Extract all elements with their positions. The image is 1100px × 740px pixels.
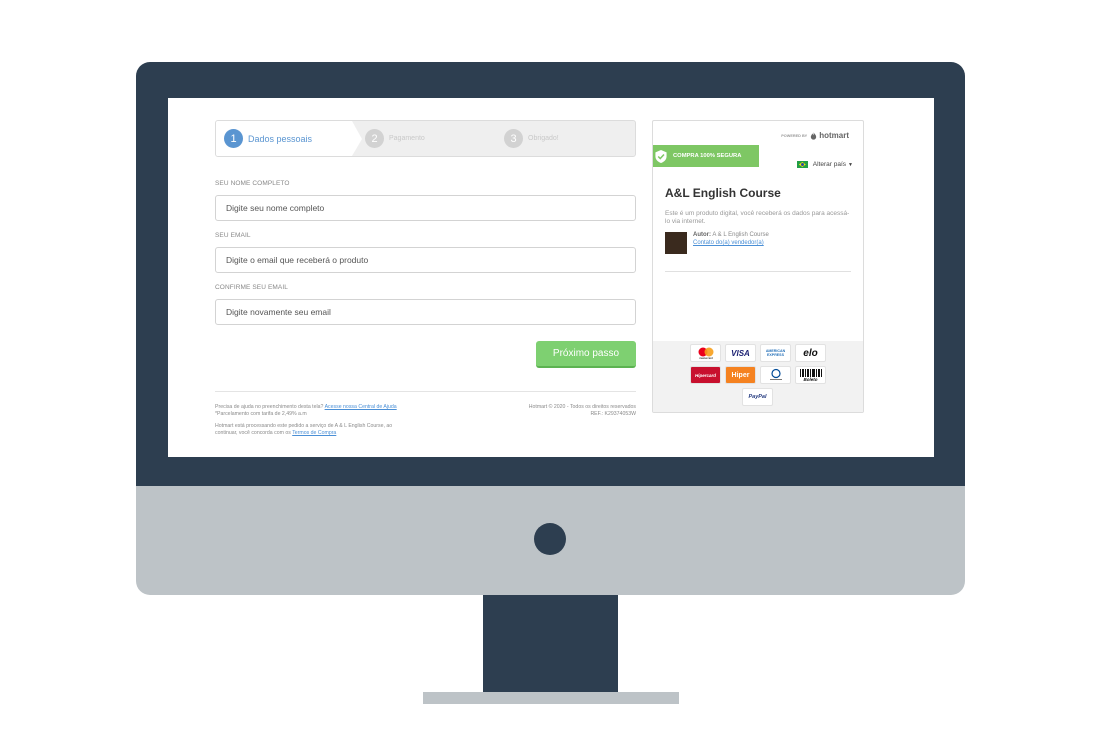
- product-description: Este é um produto digital, você receberá…: [665, 210, 850, 225]
- monitor-mockup: 1 Dados pessoais 2 Pagamento 3 Obrigado!…: [0, 0, 1100, 740]
- processing-text: Hotmart está processando este pedido a s…: [215, 423, 415, 436]
- monitor-stand-base: [423, 692, 679, 704]
- monitor-stand-neck: [483, 595, 618, 693]
- secure-label: COMPRA 100% SEGURA: [673, 153, 742, 159]
- hipercard-logo: Hipercard: [690, 366, 721, 384]
- amex-line-2: EXPRESS: [767, 353, 784, 357]
- paypal-logo: PayPal: [742, 388, 773, 406]
- step-number: 3: [504, 129, 523, 148]
- installment-note: *Parcelamento com tarifa de 2,49% a.m: [215, 410, 307, 417]
- name-label: SEU NOME COMPLETO: [215, 180, 290, 187]
- monitor-logo-dot: [534, 523, 566, 555]
- author-avatar: [665, 232, 687, 254]
- hotmart-flame-icon: [811, 131, 817, 140]
- terms-link[interactable]: Termos de Compra: [292, 430, 336, 436]
- form-divider: [215, 391, 636, 392]
- help-center-link[interactable]: Acesse nossa Central de Ajuda: [325, 404, 397, 410]
- hotmart-brand: hotmart: [819, 131, 849, 140]
- powered-by-hotmart: POWERED BY hotmart: [781, 131, 849, 140]
- boleto-label: Boleto: [803, 376, 818, 382]
- help-text: Precisa de ajuda no preenchimento desta …: [215, 404, 445, 417]
- processing-line-2: continuar, você concorda com os: [215, 429, 291, 436]
- checkout-steps: 1 Dados pessoais 2 Pagamento 3 Obrigado!: [215, 120, 636, 157]
- elo-logo: elo: [795, 344, 826, 362]
- step-personal-data[interactable]: 1 Dados pessoais: [224, 121, 312, 156]
- visa-logo: VISA: [725, 344, 756, 362]
- product-panel: POWERED BY hotmart COMPRA 100% SEGURA Al…: [652, 120, 864, 413]
- step-number: 1: [224, 129, 243, 148]
- diners-club-icon: [769, 368, 782, 380]
- step-thanks[interactable]: 3 Obrigado!: [504, 121, 559, 156]
- product-title: A&L English Course: [665, 186, 781, 200]
- powered-by-label: POWERED BY: [781, 133, 808, 138]
- processing-line-1: Hotmart está processando este pedido a s…: [215, 423, 393, 429]
- amex-logo: AMERICAN EXPRESS: [760, 344, 791, 362]
- diners-logo: [760, 366, 791, 384]
- change-country-label: Alterar país: [812, 161, 847, 168]
- checkout-screen: 1 Dados pessoais 2 Pagamento 3 Obrigado!…: [168, 98, 934, 457]
- full-name-input[interactable]: [215, 195, 636, 221]
- author-info: Autor: A & L English Course: [693, 232, 769, 238]
- author-label: Autor:: [693, 232, 711, 238]
- hiper-logo: Hiper: [725, 366, 756, 384]
- caret-down-icon: ▼: [848, 161, 853, 168]
- author-name: A & L English Course: [712, 232, 769, 238]
- step-label: Obrigado!: [528, 135, 559, 142]
- payment-methods: mastercard VISA AMERICAN EXPRESS elo Hip…: [653, 341, 863, 412]
- next-step-button[interactable]: Próximo passo: [536, 341, 636, 368]
- boleto-logo: Boleto: [795, 366, 826, 384]
- mastercard-circles: mastercard: [698, 347, 713, 360]
- mastercard-text: mastercard: [699, 357, 713, 360]
- shield-check-icon: [655, 149, 667, 163]
- confirm-email-label: CONFIRME SEU EMAIL: [215, 284, 288, 291]
- copyright-block: Hotmart © 2020 - Todos os direitos reser…: [529, 404, 636, 417]
- change-country-dropdown[interactable]: Alterar país ▼: [796, 161, 853, 168]
- step-number: 2: [365, 129, 384, 148]
- email-input[interactable]: [215, 247, 636, 273]
- barcode-icon: [799, 368, 822, 377]
- brazil-flag-icon: [796, 161, 808, 168]
- reference-code: REF.: K29374053W: [590, 410, 636, 417]
- secure-purchase-badge: COMPRA 100% SEGURA: [653, 145, 759, 167]
- panel-divider: [665, 271, 851, 272]
- step-payment[interactable]: 2 Pagamento: [365, 121, 425, 156]
- step-label: Dados pessoais: [248, 133, 313, 144]
- confirm-email-input[interactable]: [215, 299, 636, 325]
- step-label: Pagamento: [389, 135, 425, 142]
- seller-contact-link[interactable]: Contato do(a) vendedor(a): [693, 240, 764, 246]
- email-label: SEU EMAIL: [215, 232, 251, 239]
- mastercard-logo: mastercard: [690, 344, 721, 362]
- help-question: Precisa de ajuda no preenchimento desta …: [215, 404, 324, 410]
- copyright: Hotmart © 2020 - Todos os direitos reser…: [528, 404, 636, 410]
